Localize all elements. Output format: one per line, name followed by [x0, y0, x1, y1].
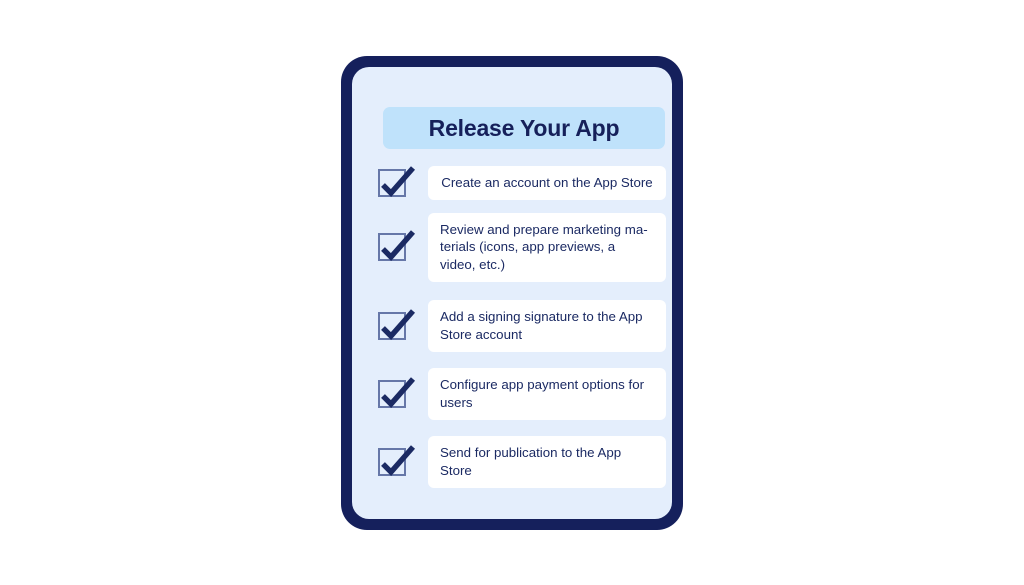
checkmark-icon	[381, 166, 416, 197]
task-checkbox[interactable]	[378, 309, 416, 343]
page-title-banner: Release Your App	[383, 107, 665, 149]
task-checkbox[interactable]	[378, 377, 416, 411]
checklist-item[interactable]: Review and prepare marketing ma-terials …	[352, 212, 672, 282]
checklist-item[interactable]: Configure app payment options for users	[352, 368, 672, 420]
task-card[interactable]: Review and prepare marketing ma-terials …	[428, 212, 666, 282]
checklist-item[interactable]: Create an account on the App Store	[352, 164, 672, 202]
task-card[interactable]: Send for publication to the App Store	[428, 436, 666, 488]
task-card[interactable]: Add a signing signature to the App Store…	[428, 300, 666, 352]
page-title: Release Your App	[428, 114, 620, 141]
checklist-item[interactable]: Add a signing signature to the App Store…	[352, 300, 672, 352]
task-checkbox[interactable]	[378, 166, 416, 200]
checklist-item[interactable]: Send for publication to the App Store	[352, 436, 672, 488]
device-frame: Release Your App Create an account on th…	[341, 56, 683, 530]
task-card[interactable]: Configure app payment options for users	[428, 368, 666, 420]
task-checkbox[interactable]	[378, 445, 416, 479]
checkmark-icon	[381, 309, 416, 340]
checkmark-icon	[381, 230, 416, 261]
device-screen: Release Your App Create an account on th…	[352, 67, 672, 519]
checkmark-icon	[381, 445, 416, 476]
task-checkbox[interactable]	[378, 230, 416, 264]
checkmark-icon	[381, 377, 416, 408]
task-card[interactable]: Create an account on the App Store	[428, 166, 666, 200]
